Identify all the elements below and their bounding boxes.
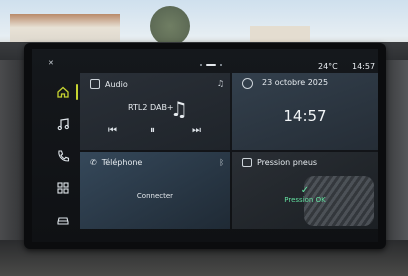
connect-button[interactable]: Connecter bbox=[80, 192, 230, 200]
previous-icon[interactable]: ⏮ bbox=[108, 125, 117, 136]
next-icon[interactable]: ⏭ bbox=[192, 125, 201, 136]
apps-grid-icon bbox=[57, 182, 69, 194]
tire-icon bbox=[242, 158, 252, 167]
page-dot-active bbox=[206, 64, 216, 66]
phone-title: Téléphone bbox=[101, 158, 143, 167]
rail-item-apps[interactable] bbox=[50, 175, 76, 201]
audio-title: Audio bbox=[105, 79, 128, 89]
tire-status: Pression OK bbox=[284, 196, 326, 204]
pause-icon[interactable]: ⏸ bbox=[150, 125, 155, 136]
date-time-tile[interactable]: 23 octobre 2025 14:57 bbox=[232, 73, 378, 150]
background-tree bbox=[150, 6, 190, 46]
page-dot bbox=[220, 64, 222, 66]
rail-item-phone[interactable] bbox=[50, 143, 76, 169]
phone-icon: ✆ bbox=[90, 158, 97, 167]
side-rail bbox=[48, 73, 78, 241]
rail-item-music[interactable] bbox=[50, 111, 76, 137]
phone-tile[interactable]: ✆ Téléphone ᛒ Connecter bbox=[80, 152, 230, 229]
music-note-icon: ♫ bbox=[170, 97, 188, 121]
check-icon: ✓ bbox=[300, 185, 310, 196]
car-icon bbox=[57, 217, 69, 225]
audio-source-icon[interactable]: ♫ bbox=[217, 79, 224, 88]
large-time: 14:57 bbox=[283, 107, 327, 125]
station-name: RTL2 DAB+ bbox=[128, 103, 174, 112]
status-time: 14:57 bbox=[352, 62, 376, 71]
tire-title: Pression pneus bbox=[257, 158, 318, 167]
bluetooth-icon[interactable]: ᛒ bbox=[219, 158, 224, 167]
status-bar: ✕ 24°C 14:57 bbox=[32, 49, 378, 71]
rail-item-home[interactable] bbox=[50, 79, 78, 105]
close-icon[interactable]: ✕ bbox=[48, 59, 54, 67]
music-icon bbox=[57, 118, 69, 131]
radio-icon bbox=[90, 79, 100, 89]
page-indicator bbox=[200, 63, 224, 67]
phone-icon bbox=[58, 150, 70, 162]
clock-icon bbox=[242, 78, 253, 89]
audio-tile[interactable]: Audio ♫ RTL2 DAB+ ♫ ⏮ ⏸ ⏭ bbox=[80, 73, 230, 150]
infotainment-screen: ✕ 24°C 14:57 Audio ♫ RTL2 DAB+ ♫ ⏮ ⏸ ⏭ 2… bbox=[32, 49, 378, 242]
date-text: 23 octobre 2025 bbox=[262, 78, 329, 87]
page-dot bbox=[200, 64, 202, 66]
home-icon bbox=[57, 86, 69, 98]
tire-pressure-tile[interactable]: Pression pneus ✓ Pression OK bbox=[232, 152, 378, 229]
temperature: 24°C bbox=[318, 62, 338, 71]
rail-item-vehicle[interactable] bbox=[50, 207, 76, 233]
